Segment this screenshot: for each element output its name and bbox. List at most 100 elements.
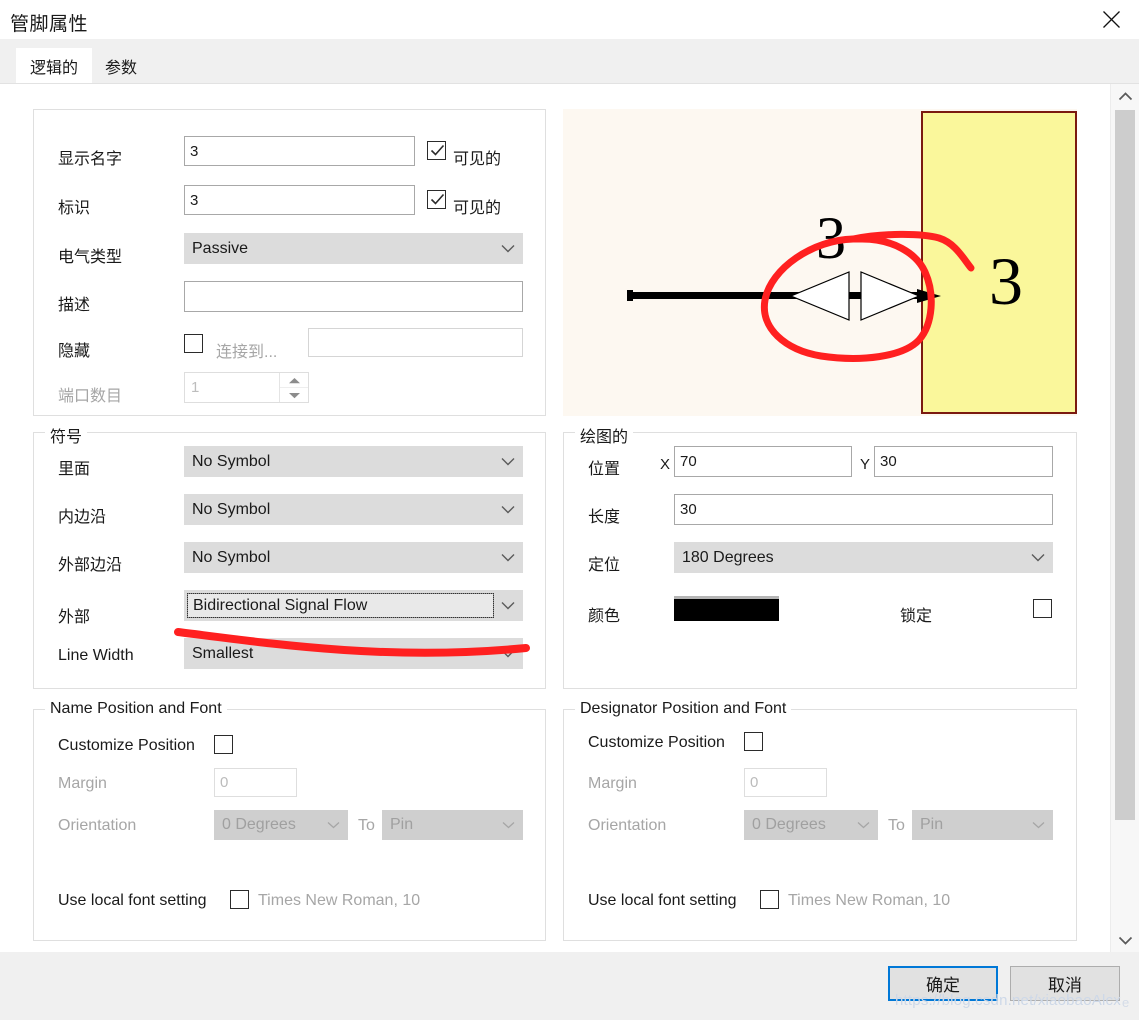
scroll-down-button[interactable] xyxy=(1111,928,1139,952)
scroll-up-button[interactable] xyxy=(1111,84,1139,108)
orientation-value: 180 Degrees xyxy=(682,548,774,566)
cancel-button-label: 取消 xyxy=(1048,976,1082,995)
hide-checkbox[interactable] xyxy=(184,334,203,353)
screen: 管脚属性 逻辑的 参数 显示名字 3 可见的 标识 3 可见的 电气类型 Pas… xyxy=(0,0,1139,1020)
designator-orientation-combo[interactable]: 0 Degrees xyxy=(744,810,878,840)
chevron-down-icon xyxy=(494,244,522,253)
location-y-value: 30 xyxy=(880,453,897,470)
connect-to-input[interactable] xyxy=(308,328,523,357)
tab-logical[interactable]: 逻辑的 xyxy=(16,48,92,84)
chevron-down-icon xyxy=(494,457,522,466)
stepper-up-button[interactable] xyxy=(280,373,308,388)
description-label: 描述 xyxy=(58,297,91,314)
designator-customize-position-label: Customize Position xyxy=(588,734,725,751)
scrollbar-thumb[interactable] xyxy=(1115,110,1135,820)
content-panes: 显示名字 3 可见的 标识 3 可见的 电气类型 Passive 描述 隐藏 连… xyxy=(0,84,1111,952)
designator-margin-label: Margin xyxy=(588,775,637,792)
name-orientation-label: Orientation xyxy=(58,817,137,834)
description-input[interactable] xyxy=(184,281,523,312)
pin-properties-dialog: 管脚属性 逻辑的 参数 显示名字 3 可见的 标识 3 可见的 电气类型 Pas… xyxy=(0,0,1139,1020)
location-y-input[interactable]: 30 xyxy=(874,446,1053,477)
locked-checkbox[interactable] xyxy=(1033,599,1052,618)
name-margin-value: 0 xyxy=(220,774,229,791)
designator-visible-checkbox[interactable] xyxy=(427,190,446,209)
inside-edge-label: 内边沿 xyxy=(58,509,107,526)
stepper-buttons xyxy=(279,373,308,402)
chevron-down-icon xyxy=(1118,936,1132,945)
tab-parameters[interactable]: 参数 xyxy=(92,48,150,83)
symbol-group-legend: 符号 xyxy=(45,423,88,447)
length-input[interactable]: 30 xyxy=(674,494,1053,525)
electrical-type-value: Passive xyxy=(192,239,249,257)
pin-wire xyxy=(629,292,929,299)
electrical-type-combo[interactable]: Passive xyxy=(184,233,523,264)
display-name-value: 3 xyxy=(190,142,199,160)
chevron-down-icon xyxy=(1024,553,1052,562)
designator-input[interactable]: 3 xyxy=(184,185,415,215)
name-orientation-to-combo[interactable]: Pin xyxy=(382,810,523,840)
hide-label: 隐藏 xyxy=(58,343,91,360)
pin-endpoint xyxy=(627,290,633,301)
designator-use-local-font-checkbox[interactable] xyxy=(760,890,779,909)
tab-label: 逻辑的 xyxy=(29,60,78,77)
inside-edge-combo[interactable]: No Symbol xyxy=(184,494,523,525)
outside-edge-label: 外部边沿 xyxy=(58,557,123,574)
name-font-text: Times New Roman, 10 xyxy=(258,892,421,909)
stepper-down-button[interactable] xyxy=(280,388,308,402)
chevron-down-icon xyxy=(1024,821,1052,829)
location-x-value: 70 xyxy=(680,453,697,470)
length-label: 长度 xyxy=(588,509,621,526)
display-name-visible-label: 可见的 xyxy=(453,151,502,168)
outside-combo[interactable]: Bidirectional Signal Flow xyxy=(184,590,523,621)
name-position-group: Name Position and Font Customize Positio… xyxy=(33,700,546,941)
port-count-stepper[interactable]: 1 xyxy=(184,372,309,403)
orientation-label: 定位 xyxy=(588,557,621,574)
vertical-scrollbar[interactable] xyxy=(1110,84,1139,952)
graphical-group-legend: 绘图的 xyxy=(575,423,634,447)
dialog-content: 显示名字 3 可见的 标识 3 可见的 电气类型 Passive 描述 隐藏 连… xyxy=(0,83,1139,952)
ok-button-label: 确定 xyxy=(926,976,960,995)
chevron-down-icon xyxy=(494,553,522,562)
preview-pin-designator: 3 xyxy=(989,243,1023,319)
name-orientation-to-value: Pin xyxy=(390,816,414,833)
close-button[interactable] xyxy=(1083,0,1139,39)
location-x-input[interactable]: 70 xyxy=(674,446,852,477)
designator-orientation-value: 0 Degrees xyxy=(752,816,826,833)
name-use-local-font-checkbox[interactable] xyxy=(230,890,249,909)
locked-label: 锁定 xyxy=(900,608,933,625)
color-swatch[interactable] xyxy=(674,596,779,621)
designator-position-legend: Designator Position and Font xyxy=(575,700,792,718)
dialog-title: 管脚属性 xyxy=(10,14,89,35)
inside-label: 里面 xyxy=(58,461,91,478)
color-label: 颜色 xyxy=(588,608,621,625)
outside-edge-combo[interactable]: No Symbol xyxy=(184,542,523,573)
check-icon xyxy=(430,193,445,205)
logical-properties-box: 显示名字 3 可见的 标识 3 可见的 电气类型 Passive 描述 隐藏 连… xyxy=(33,109,546,416)
port-count-value: 1 xyxy=(191,379,200,396)
line-width-combo[interactable]: Smallest xyxy=(184,638,523,669)
designator-customize-position-checkbox[interactable] xyxy=(744,732,763,751)
display-name-input[interactable]: 3 xyxy=(184,136,415,166)
designator-visible-label: 可见的 xyxy=(453,200,502,217)
symbol-group: 符号 里面 No Symbol 内边沿 No Symbol 外部边沿 No Sy… xyxy=(33,423,546,689)
name-margin-input[interactable]: 0 xyxy=(214,768,297,797)
name-customize-position-checkbox[interactable] xyxy=(214,735,233,754)
orientation-combo[interactable]: 180 Degrees xyxy=(674,542,1053,573)
designator-orientation-to-combo[interactable]: Pin xyxy=(912,810,1053,840)
port-count-label: 端口数目 xyxy=(58,388,123,405)
designator-orientation-to-value: Pin xyxy=(920,816,944,833)
inside-value: No Symbol xyxy=(192,452,271,470)
name-position-legend: Name Position and Font xyxy=(45,700,227,718)
designator-orientation-label: Orientation xyxy=(588,817,667,834)
ok-button[interactable]: 确定 xyxy=(888,966,998,1001)
cancel-button[interactable]: 取消 xyxy=(1010,966,1120,1001)
inside-combo[interactable]: No Symbol xyxy=(184,446,523,477)
designator-margin-input[interactable]: 0 xyxy=(744,768,827,797)
name-customize-position-label: Customize Position xyxy=(58,737,195,754)
chevron-down-icon xyxy=(494,649,522,658)
name-orientation-combo[interactable]: 0 Degrees xyxy=(214,810,348,840)
display-name-visible-checkbox[interactable] xyxy=(427,141,446,160)
inside-edge-value: No Symbol xyxy=(192,500,271,518)
triangle-up-icon xyxy=(288,377,300,383)
name-use-local-font-label: Use local font setting xyxy=(58,892,207,909)
